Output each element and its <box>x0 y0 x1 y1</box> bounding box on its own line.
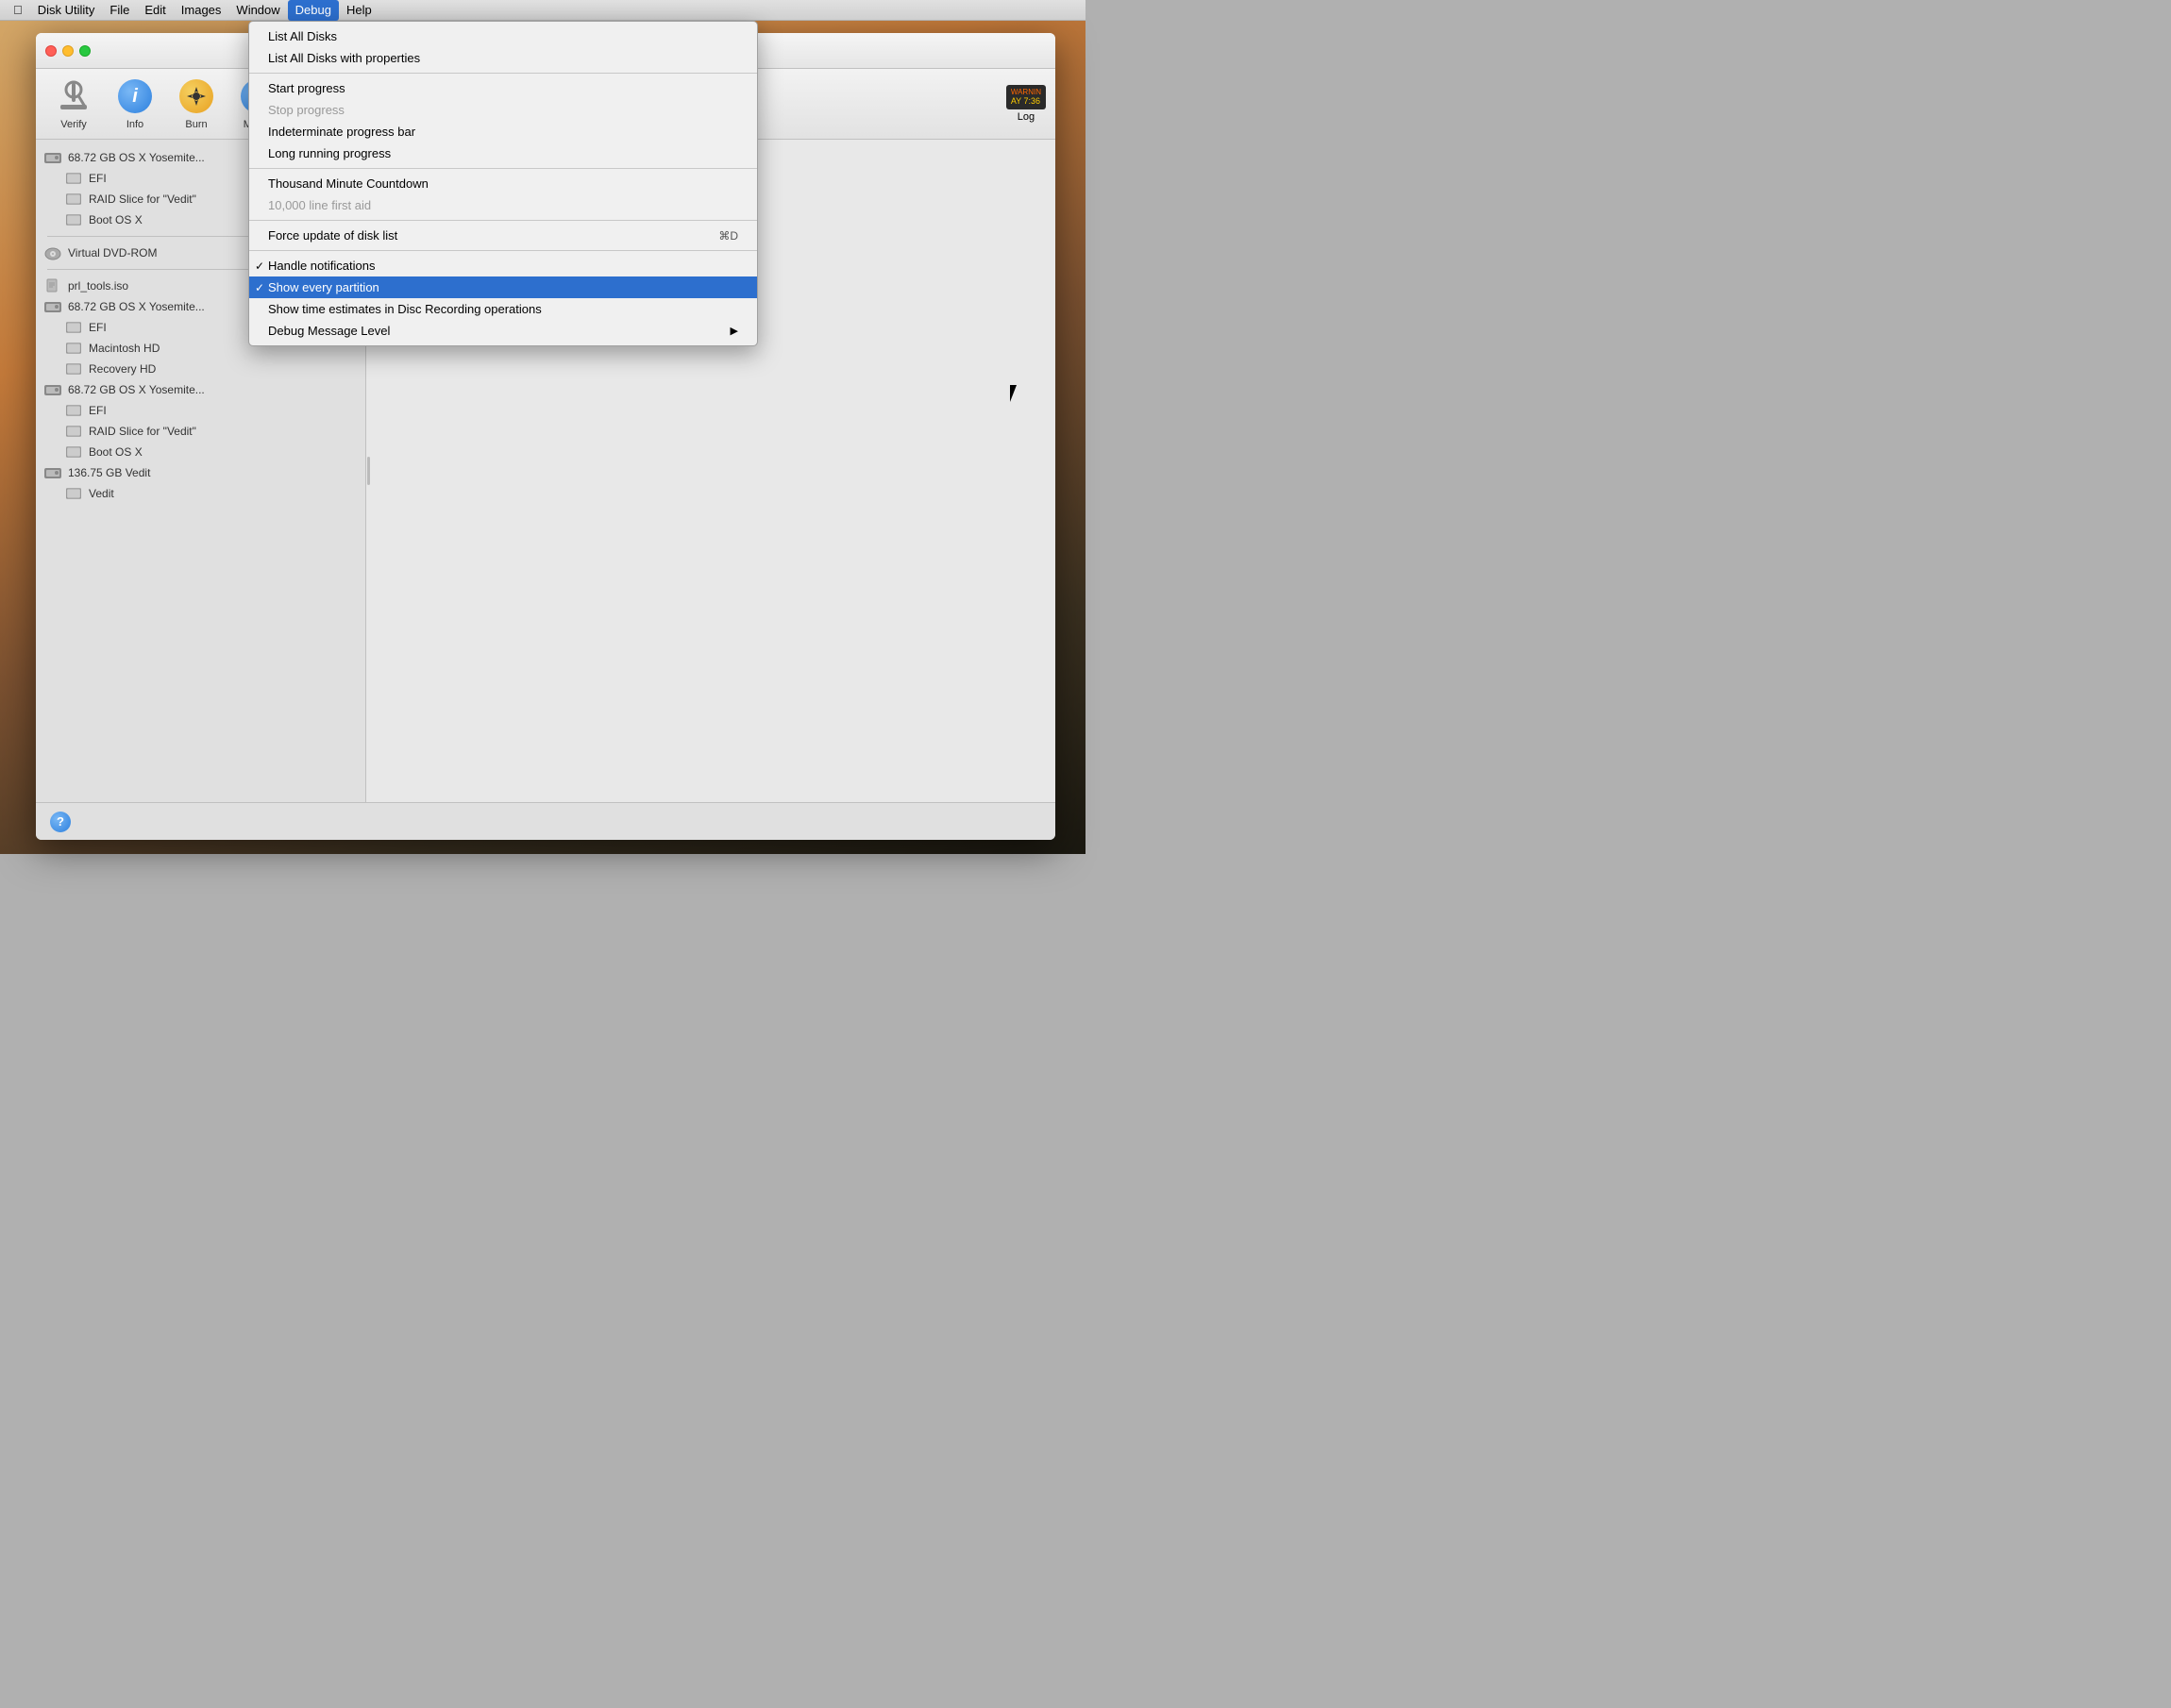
menu-show-time-estimates[interactable]: Show time estimates in Disc Recording op… <box>249 298 757 320</box>
menu-list-all-disks-props[interactable]: List All Disks with properties <box>249 47 757 69</box>
disk2-icon <box>43 299 62 314</box>
sidebar-item-disk3[interactable]: 68.72 GB OS X Yosemite... <box>36 379 365 400</box>
menu-sep-1 <box>249 73 757 74</box>
show-partition-check: ✓ <box>255 281 264 294</box>
sidebar-item-vedit-disk[interactable]: 136.75 GB Vedit <box>36 462 365 483</box>
menu-thousand-minute[interactable]: Thousand Minute Countdown <box>249 173 757 194</box>
info-icon: i <box>116 77 154 115</box>
menu-force-update[interactable]: Force update of disk list ⌘D <box>249 225 757 246</box>
sidebar-item-vedit-part[interactable]: Vedit <box>36 483 365 504</box>
verify-button[interactable]: Verify <box>45 73 102 135</box>
verify-icon <box>55 77 93 115</box>
mac-hd-label: Macintosh HD <box>89 342 160 355</box>
menu-sep-3 <box>249 220 757 221</box>
dvd-icon <box>43 245 62 260</box>
burn-icon <box>177 77 215 115</box>
recovery-icon <box>64 361 83 377</box>
dvd-label: Virtual DVD-ROM <box>68 246 157 260</box>
burn-button[interactable]: Burn <box>168 73 225 135</box>
menu-start-progress[interactable]: Start progress <box>249 77 757 99</box>
bottom-bar: ? <box>36 802 1055 840</box>
efi3-icon <box>64 403 83 418</box>
sidebar-item-recovery[interactable]: Recovery HD <box>36 359 365 379</box>
menubar-disk-utility[interactable]: Disk Utility <box>30 0 103 21</box>
menu-show-every-partition[interactable]: ✓ Show every partition <box>249 276 757 298</box>
boot1-icon <box>64 212 83 227</box>
menubar-images[interactable]: Images <box>174 0 229 21</box>
disk2-label: 68.72 GB OS X Yosemite... <box>68 300 205 313</box>
sidebar-item-boot3[interactable]: Boot OS X <box>36 442 365 462</box>
iso-icon <box>43 278 62 293</box>
info-button[interactable]: i Info <box>107 73 163 135</box>
menu-debug-message-level[interactable]: Debug Message Level ▶ <box>249 320 757 342</box>
vedit-part-label: Vedit <box>89 487 114 500</box>
vedit-disk-icon <box>43 465 62 480</box>
efi2-label: EFI <box>89 321 107 334</box>
efi2-icon <box>64 320 83 335</box>
force-update-shortcut: ⌘D <box>718 229 738 243</box>
handle-notifications-check: ✓ <box>255 260 264 273</box>
vedit-disk-label: 136.75 GB Vedit <box>68 466 150 479</box>
burn-label: Burn <box>185 119 207 130</box>
close-button[interactable] <box>45 45 57 57</box>
boot1-label: Boot OS X <box>89 213 143 226</box>
disk1-icon <box>43 150 62 165</box>
traffic-lights <box>45 45 91 57</box>
menu-stop-progress: Stop progress <box>249 99 757 121</box>
efi3-label: EFI <box>89 404 107 417</box>
minimize-button[interactable] <box>62 45 74 57</box>
sidebar-item-efi3[interactable]: EFI <box>36 400 365 421</box>
menu-ten-thousand: 10,000 line first aid <box>249 194 757 216</box>
iso-label: prl_tools.iso <box>68 279 128 293</box>
menu-sep-2 <box>249 168 757 169</box>
raid3-label: RAID Slice for "Vedit" <box>89 425 196 438</box>
boot3-icon <box>64 444 83 460</box>
disk1-label: 68.72 GB OS X Yosemite... <box>68 151 205 164</box>
menu-handle-notifications[interactable]: ✓ Handle notifications <box>249 255 757 276</box>
maximize-button[interactable] <box>79 45 91 57</box>
recovery-label: Recovery HD <box>89 362 156 376</box>
vedit-part-icon <box>64 486 83 501</box>
menubar-debug[interactable]: Debug <box>288 0 339 21</box>
efi1-icon <box>64 171 83 186</box>
raid1-icon <box>64 192 83 207</box>
menu-sep-4 <box>249 250 757 251</box>
raid1-label: RAID Slice for "Vedit" <box>89 193 196 206</box>
debug-dropdown-menu: List All Disks List All Disks with prope… <box>248 21 758 346</box>
disk3-icon <box>43 382 62 397</box>
disk3-label: 68.72 GB OS X Yosemite... <box>68 383 205 396</box>
menubar-file[interactable]: File <box>102 0 137 21</box>
boot3-label: Boot OS X <box>89 445 143 459</box>
menu-list-all-disks[interactable]: List All Disks <box>249 25 757 47</box>
help-button[interactable]: ? <box>50 812 71 832</box>
menu-indeterminate-progress[interactable]: Indeterminate progress bar <box>249 121 757 142</box>
resize-handle[interactable] <box>366 452 371 490</box>
debug-message-arrow: ▶ <box>731 325 738 337</box>
menubar:  Disk Utility File Edit Images Window D… <box>0 0 1086 21</box>
menu-long-running-progress[interactable]: Long running progress <box>249 142 757 164</box>
menubar-edit[interactable]: Edit <box>137 0 173 21</box>
raid3-icon <box>64 424 83 439</box>
verify-label: Verify <box>60 119 87 130</box>
menubar-window[interactable]: Window <box>228 0 287 21</box>
menubar-help[interactable]: Help <box>339 0 379 21</box>
efi1-label: EFI <box>89 172 107 185</box>
info-label: Info <box>126 119 143 130</box>
apple-menu[interactable]:  <box>6 0 30 21</box>
sidebar-item-raid3[interactable]: RAID Slice for "Vedit" <box>36 421 365 442</box>
mac-hd-icon <box>64 341 83 356</box>
log-button[interactable]: WARNIN AY 7:36 <box>1006 85 1046 109</box>
log-label: Log <box>1018 111 1035 123</box>
